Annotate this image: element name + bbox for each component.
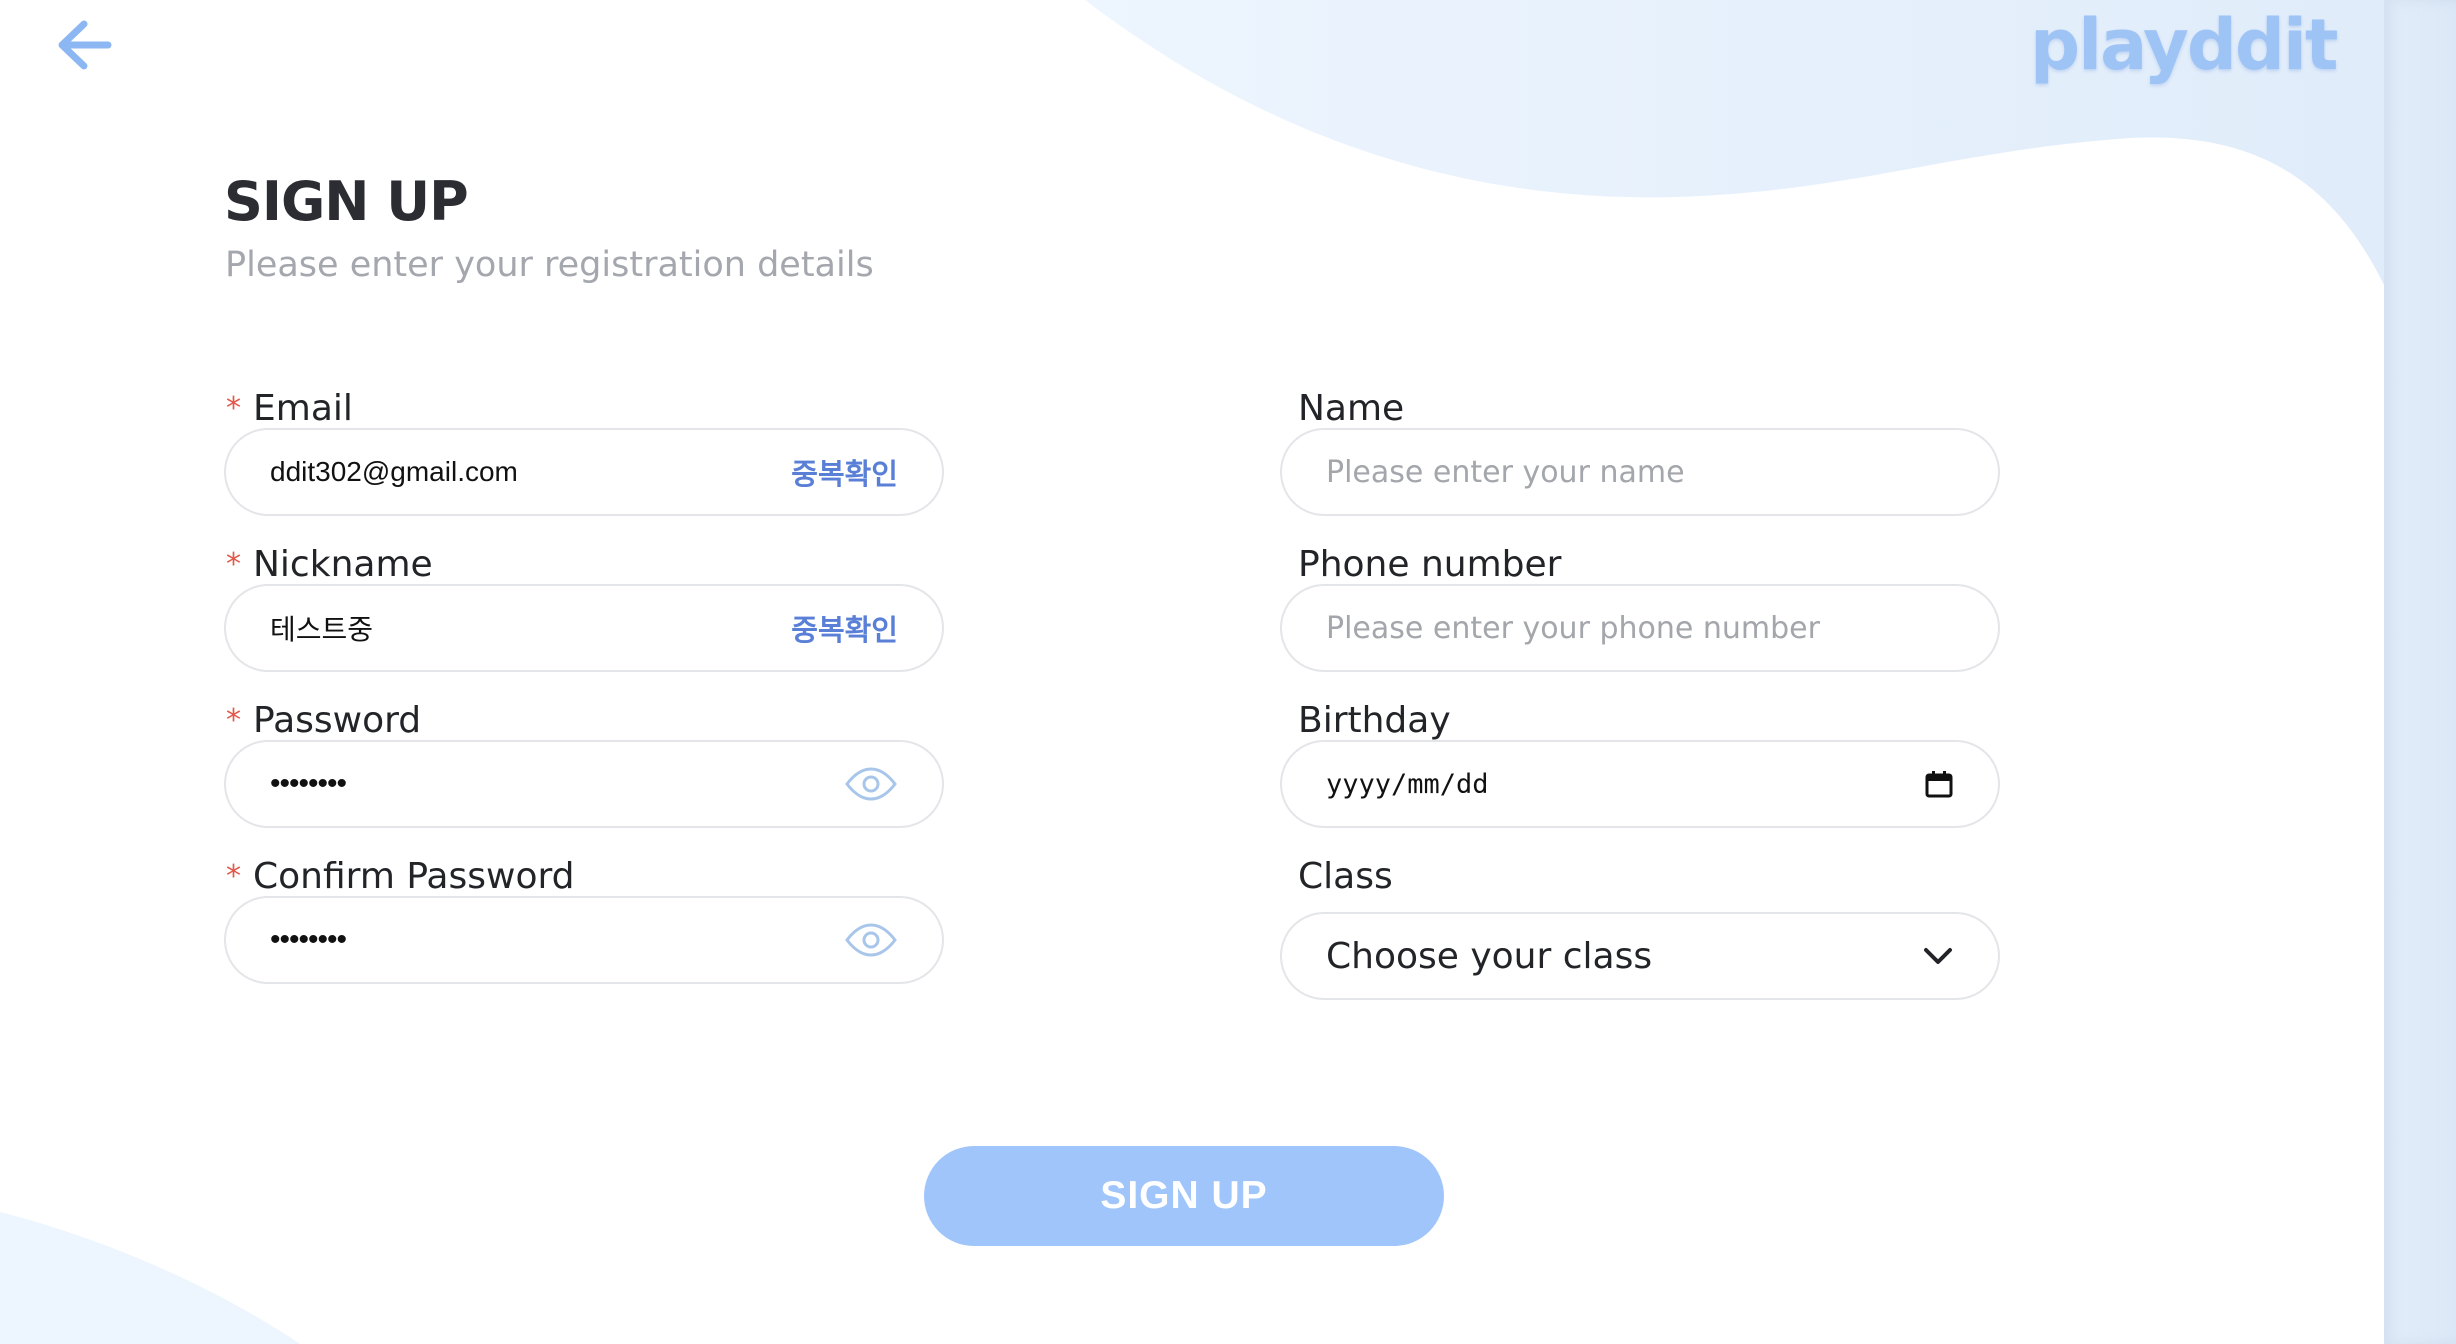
right-edge-panel	[2384, 0, 2456, 1344]
class-select[interactable]: Choose your class	[1280, 912, 2000, 1000]
confirm-password-label: * Confirm Password	[226, 857, 575, 897]
password-label: * Password	[226, 701, 421, 741]
nickname-value: 테스트중	[270, 614, 374, 645]
name-field[interactable]: Please enter your name	[1280, 428, 2000, 516]
signup-page: playddit SIGN UP Please enter your regis…	[0, 0, 2456, 1344]
bottom-left-wave	[0, 1212, 300, 1344]
nickname-label-text: Nickname	[253, 544, 433, 585]
brand-logo: playddit	[2030, 4, 2338, 86]
password-label-text: Password	[253, 700, 422, 741]
name-placeholder: Please enter your name	[1326, 454, 1685, 490]
confirm-password-visibility-toggle[interactable]	[844, 923, 898, 957]
password-visibility-toggle[interactable]	[844, 767, 898, 801]
email-field[interactable]: ddit302@gmail.com 중복확인	[224, 428, 944, 516]
confirm-password-field[interactable]: ••••••••	[224, 896, 944, 984]
confirm-password-value: ••••••••	[270, 923, 347, 956]
required-mark: *	[226, 859, 241, 894]
required-mark: *	[226, 391, 241, 426]
eye-icon	[845, 767, 897, 801]
required-mark: *	[226, 703, 241, 738]
email-value: ddit302@gmail.com	[270, 456, 518, 487]
phone-label: Phone number	[1298, 544, 1562, 585]
phone-field[interactable]: Please enter your phone number	[1280, 584, 2000, 672]
nickname-label: * Nickname	[226, 545, 433, 585]
birthday-label: Birthday	[1298, 700, 1451, 741]
required-mark: *	[226, 547, 241, 582]
birthday-field[interactable]: yyyy/mm/dd	[1280, 740, 2000, 828]
class-selected-value: Choose your class	[1326, 935, 1653, 977]
password-value: ••••••••	[270, 767, 347, 800]
chevron-down-icon	[1924, 948, 1952, 964]
calendar-picker-button[interactable]	[1924, 769, 1954, 799]
page-title: SIGN UP	[224, 170, 469, 233]
email-duplicate-check-button[interactable]: 중복확인	[791, 451, 898, 493]
eye-icon	[845, 923, 897, 957]
back-button[interactable]	[50, 16, 114, 74]
calendar-icon	[1925, 771, 1953, 798]
class-label: Class	[1298, 856, 1393, 897]
password-field[interactable]: ••••••••	[224, 740, 944, 828]
page-subtitle: Please enter your registration details	[225, 245, 874, 285]
phone-placeholder: Please enter your phone number	[1326, 610, 1820, 646]
nickname-field[interactable]: 테스트중 중복확인	[224, 584, 944, 672]
arrow-left-icon	[58, 20, 112, 70]
email-label: * Email	[226, 389, 353, 429]
name-label: Name	[1298, 388, 1405, 429]
birthday-value: yyyy/mm/dd	[1326, 768, 1489, 800]
signup-submit-button[interactable]: SIGN UP	[924, 1146, 1444, 1246]
confirm-password-label-text: Confirm Password	[253, 856, 575, 897]
nickname-duplicate-check-button[interactable]: 중복확인	[791, 607, 898, 649]
email-label-text: Email	[253, 388, 353, 429]
